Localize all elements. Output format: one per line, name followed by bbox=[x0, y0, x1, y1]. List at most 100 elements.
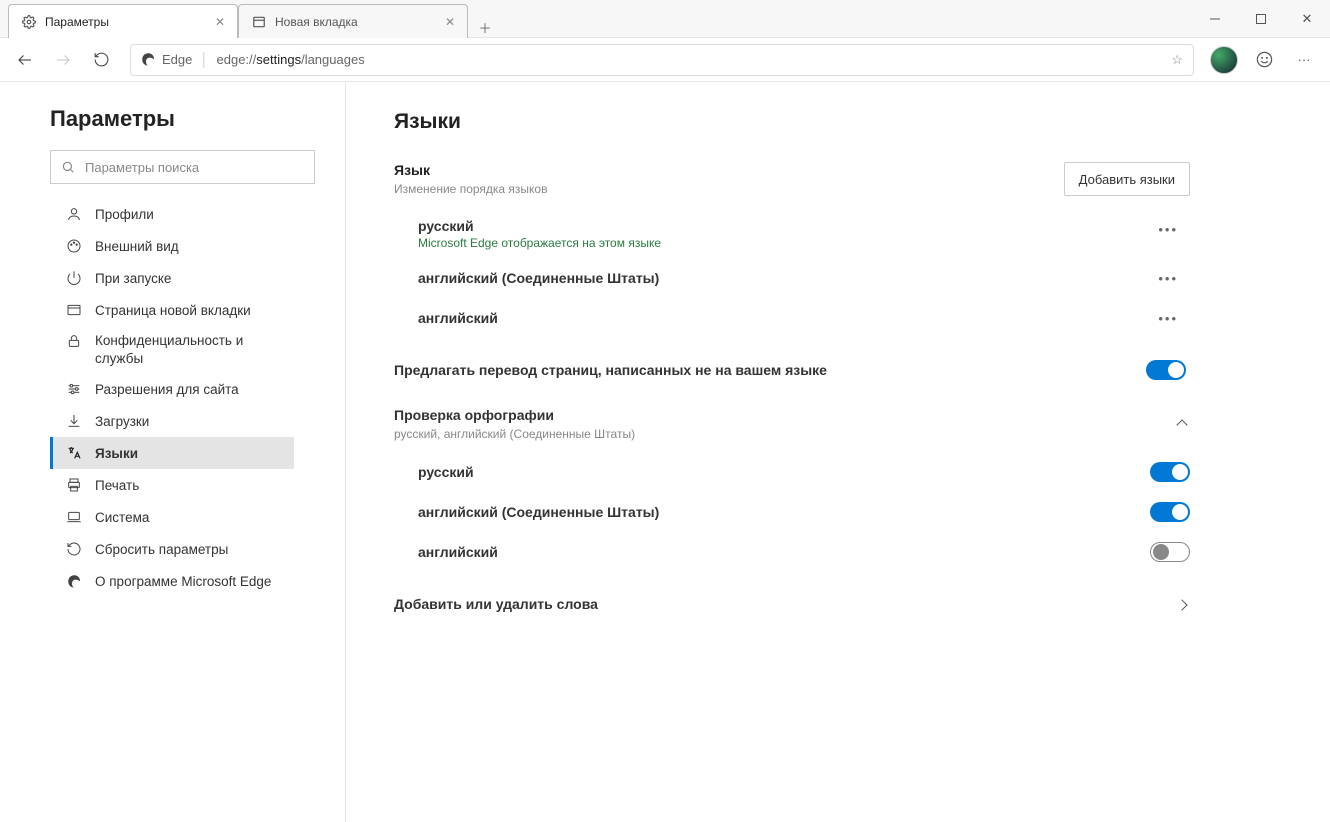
url-text: edge://settings/languages bbox=[217, 52, 365, 67]
settings-search[interactable]: Параметры поиска bbox=[50, 150, 315, 184]
laptop-icon bbox=[65, 508, 83, 526]
toolbar: Edge │ edge://settings/languages ☆ ··· bbox=[0, 38, 1330, 82]
sidebar-item-onstartup[interactable]: При запуске bbox=[50, 262, 294, 294]
language-name: русский bbox=[418, 218, 661, 234]
sidebar-item-label: Внешний вид bbox=[95, 239, 179, 254]
newtab-page-icon bbox=[251, 14, 267, 30]
sidebar-item-permissions[interactable]: Разрешения для сайта bbox=[50, 373, 294, 405]
spellcheck-item-english: английский bbox=[394, 532, 1190, 572]
profile-avatar[interactable] bbox=[1206, 42, 1242, 78]
search-placeholder: Параметры поиска bbox=[85, 160, 199, 175]
sidebar-item-label: При запуске bbox=[95, 271, 171, 286]
chevron-up-icon bbox=[1178, 417, 1186, 432]
edge-icon bbox=[141, 52, 156, 67]
window-controls: ✕ bbox=[1192, 0, 1330, 37]
content-area: Параметры Параметры поиска Профили Внешн… bbox=[0, 82, 1330, 822]
translate-toggle[interactable] bbox=[1146, 360, 1186, 380]
sidebar-item-newtab[interactable]: Страница новой вкладки bbox=[50, 294, 294, 326]
tab-settings[interactable]: Параметры ✕ bbox=[8, 4, 238, 38]
new-tab-button[interactable]: ＋ bbox=[468, 18, 502, 37]
close-icon[interactable]: ✕ bbox=[215, 15, 225, 29]
close-icon[interactable]: ✕ bbox=[445, 15, 455, 29]
sidebar-item-languages[interactable]: Языки bbox=[50, 437, 294, 469]
forward-button[interactable] bbox=[46, 43, 80, 77]
language-item-english: английский ••• bbox=[394, 298, 1190, 338]
sliders-icon bbox=[65, 380, 83, 398]
edge-logo-icon bbox=[65, 572, 83, 590]
page-heading: Языки bbox=[394, 110, 1190, 134]
search-icon bbox=[61, 160, 75, 174]
translate-option-label: Предлагать перевод страниц, написанных н… bbox=[394, 362, 827, 378]
sidebar-item-label: Разрешения для сайта bbox=[95, 382, 239, 397]
language-section-subtitle: Изменение порядка языков bbox=[394, 182, 547, 196]
sidebar-item-downloads[interactable]: Загрузки bbox=[50, 405, 294, 437]
maximize-button[interactable] bbox=[1238, 0, 1284, 37]
sidebar-item-label: Загрузки bbox=[95, 414, 149, 429]
tab-newtab[interactable]: Новая вкладка ✕ bbox=[238, 4, 468, 38]
sidebar-item-appearance[interactable]: Внешний вид bbox=[50, 230, 294, 262]
sidebar-item-label: Страница новой вкладки bbox=[95, 303, 251, 318]
add-remove-words-row[interactable]: Добавить или удалить слова bbox=[394, 584, 1190, 624]
sidebar-item-label: Конфиденциальность и службы bbox=[95, 332, 284, 367]
person-icon bbox=[65, 205, 83, 223]
spellcheck-item-russian: русский bbox=[394, 452, 1190, 492]
power-icon bbox=[65, 269, 83, 287]
spellcheck-title: Проверка орфографии bbox=[394, 407, 635, 423]
add-languages-button[interactable]: Добавить языки bbox=[1064, 162, 1190, 196]
lock-icon bbox=[65, 332, 83, 350]
translate-icon bbox=[65, 444, 83, 462]
sidebar-item-label: Печать bbox=[95, 478, 139, 493]
tab-title: Параметры bbox=[45, 15, 109, 29]
translate-option-row: Предлагать перевод страниц, написанных н… bbox=[394, 350, 1190, 390]
close-window-button[interactable]: ✕ bbox=[1284, 0, 1330, 37]
title-bar: Параметры ✕ Новая вкладка ✕ ＋ ✕ bbox=[0, 0, 1330, 38]
menu-button[interactable]: ··· bbox=[1286, 42, 1322, 78]
language-item-en-us: английский (Соединенные Штаты) ••• bbox=[394, 258, 1190, 298]
sidebar-item-privacy[interactable]: Конфиденциальность и службы bbox=[50, 326, 294, 373]
back-button[interactable] bbox=[8, 43, 42, 77]
more-options-button[interactable]: ••• bbox=[1150, 267, 1186, 290]
gear-icon bbox=[21, 14, 37, 30]
minimize-button[interactable] bbox=[1192, 0, 1238, 37]
site-identity-label: Edge bbox=[162, 52, 192, 67]
language-section-header: Язык Изменение порядка языков Добавить я… bbox=[394, 162, 1190, 196]
divider: │ bbox=[200, 52, 208, 67]
spellcheck-subtitle: русский, английский (Соединенные Штаты) bbox=[394, 427, 635, 441]
palette-icon bbox=[65, 237, 83, 255]
chevron-right-icon bbox=[1178, 597, 1186, 612]
spellcheck-lang-name: русский bbox=[418, 464, 474, 480]
sidebar-item-print[interactable]: Печать bbox=[50, 469, 294, 501]
sidebar-item-label: Система bbox=[95, 510, 149, 525]
favorite-icon[interactable]: ☆ bbox=[1171, 52, 1183, 68]
reset-icon bbox=[65, 540, 83, 558]
spellcheck-toggle-english[interactable] bbox=[1150, 542, 1190, 562]
sidebar-item-label: О программе Microsoft Edge bbox=[95, 574, 271, 589]
sidebar-item-system[interactable]: Система bbox=[50, 501, 294, 533]
window-icon bbox=[65, 301, 83, 319]
sidebar-item-about[interactable]: О программе Microsoft Edge bbox=[50, 565, 294, 597]
spellcheck-toggle-russian[interactable] bbox=[1150, 462, 1190, 482]
settings-sidebar: Параметры Параметры поиска Профили Внешн… bbox=[0, 82, 346, 822]
spellcheck-lang-name: английский (Соединенные Штаты) bbox=[418, 504, 659, 520]
sidebar-item-label: Сбросить параметры bbox=[95, 542, 228, 557]
language-note: Microsoft Edge отображается на этом язык… bbox=[418, 236, 661, 250]
language-name: английский (Соединенные Штаты) bbox=[418, 270, 659, 286]
feedback-icon[interactable] bbox=[1246, 42, 1282, 78]
language-section-title: Язык bbox=[394, 162, 547, 178]
add-remove-words-label: Добавить или удалить слова bbox=[394, 596, 598, 612]
sidebar-item-reset[interactable]: Сбросить параметры bbox=[50, 533, 294, 565]
spellcheck-item-en-us: английский (Соединенные Штаты) bbox=[394, 492, 1190, 532]
sidebar-item-label: Профили bbox=[95, 207, 154, 222]
spellcheck-header-row[interactable]: Проверка орфографии русский, английский … bbox=[394, 404, 1190, 444]
sidebar-item-label: Языки bbox=[95, 446, 138, 461]
tabs-area: Параметры ✕ Новая вкладка ✕ ＋ bbox=[0, 0, 1192, 37]
spellcheck-toggle-en-us[interactable] bbox=[1150, 502, 1190, 522]
address-bar[interactable]: Edge │ edge://settings/languages ☆ bbox=[130, 44, 1194, 76]
sidebar-item-profiles[interactable]: Профили bbox=[50, 198, 294, 230]
more-options-button[interactable]: ••• bbox=[1150, 218, 1186, 241]
language-name: английский bbox=[418, 310, 498, 326]
tab-title: Новая вкладка bbox=[275, 15, 358, 29]
refresh-button[interactable] bbox=[84, 43, 118, 77]
download-icon bbox=[65, 412, 83, 430]
more-options-button[interactable]: ••• bbox=[1150, 307, 1186, 330]
